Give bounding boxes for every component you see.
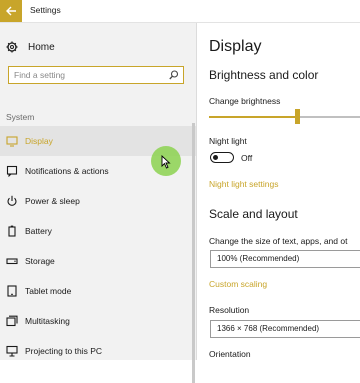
resolution-value: 1366 × 768 (Recommended) <box>217 324 320 333</box>
toggle-knob <box>213 154 218 160</box>
resolution-label: Resolution <box>209 305 250 315</box>
scale-heading: Scale and layout <box>209 207 298 221</box>
sidebar-item-label: Display <box>25 136 53 146</box>
battery-icon <box>8 225 16 237</box>
multitasking-icon <box>6 315 18 327</box>
main-content: Display Brightness and color Change brig… <box>197 23 360 360</box>
custom-scaling-link[interactable]: Custom scaling <box>209 279 267 289</box>
sidebar-item-tablet-mode[interactable]: Tablet mode <box>0 276 196 306</box>
night-light-toggle[interactable] <box>210 152 234 163</box>
brightness-heading: Brightness and color <box>209 68 319 82</box>
brightness-slider-fill <box>209 116 297 118</box>
storage-icon <box>6 258 18 265</box>
brightness-slider-thumb[interactable] <box>294 109 300 124</box>
back-arrow-icon <box>6 6 16 16</box>
search-input[interactable] <box>14 69 164 81</box>
sidebar-item-label: Notifications & actions <box>25 166 109 176</box>
night-light-label: Night light <box>209 136 247 146</box>
gear-icon <box>6 41 18 53</box>
sidebar-item-label: Multitasking <box>25 316 70 326</box>
mouse-cursor-icon <box>161 155 171 169</box>
sidebar: Home System Display Notifications & acti… <box>0 23 197 383</box>
sidebar-item-storage[interactable]: Storage <box>0 246 196 276</box>
projecting-icon <box>6 345 18 357</box>
sidebar-item-projecting[interactable]: Projecting to this PC <box>0 336 196 366</box>
night-light-settings-link[interactable]: Night light settings <box>209 179 278 189</box>
sidebar-scrollbar[interactable] <box>192 123 195 383</box>
tablet-icon <box>7 285 17 297</box>
sidebar-item-multitasking[interactable]: Multitasking <box>0 306 196 336</box>
home-label: Home <box>28 41 55 53</box>
sidebar-item-battery[interactable]: Battery <box>0 216 196 246</box>
sidebar-item-label: Projecting to this PC <box>25 346 103 356</box>
search-box[interactable] <box>8 66 184 84</box>
orientation-label: Orientation <box>209 349 251 359</box>
scale-label: Change the size of text, apps, and ot <box>209 236 348 246</box>
scale-dropdown[interactable]: 100% (Recommended) <box>210 250 360 268</box>
resolution-dropdown[interactable]: 1366 × 768 (Recommended) <box>210 320 360 338</box>
scale-value: 100% (Recommended) <box>217 254 300 263</box>
brightness-label: Change brightness <box>209 96 281 106</box>
window-title: Settings <box>30 5 61 15</box>
back-button[interactable] <box>0 0 22 22</box>
section-label: System <box>6 112 35 122</box>
sidebar-item-power-sleep[interactable]: Power & sleep <box>0 186 196 216</box>
page-title: Display <box>209 38 262 55</box>
notifications-icon <box>6 165 18 177</box>
title-bar: Settings <box>0 0 360 23</box>
home-link[interactable]: Home <box>6 40 55 54</box>
monitor-icon <box>6 136 18 147</box>
sidebar-item-label: Battery <box>25 226 52 236</box>
sidebar-item-label: Tablet mode <box>25 286 72 296</box>
night-light-state: Off <box>241 153 253 163</box>
power-icon <box>7 195 17 206</box>
sidebar-item-label: Power & sleep <box>25 196 80 206</box>
sidebar-item-label: Storage <box>25 256 55 266</box>
search-icon[interactable] <box>169 70 179 80</box>
